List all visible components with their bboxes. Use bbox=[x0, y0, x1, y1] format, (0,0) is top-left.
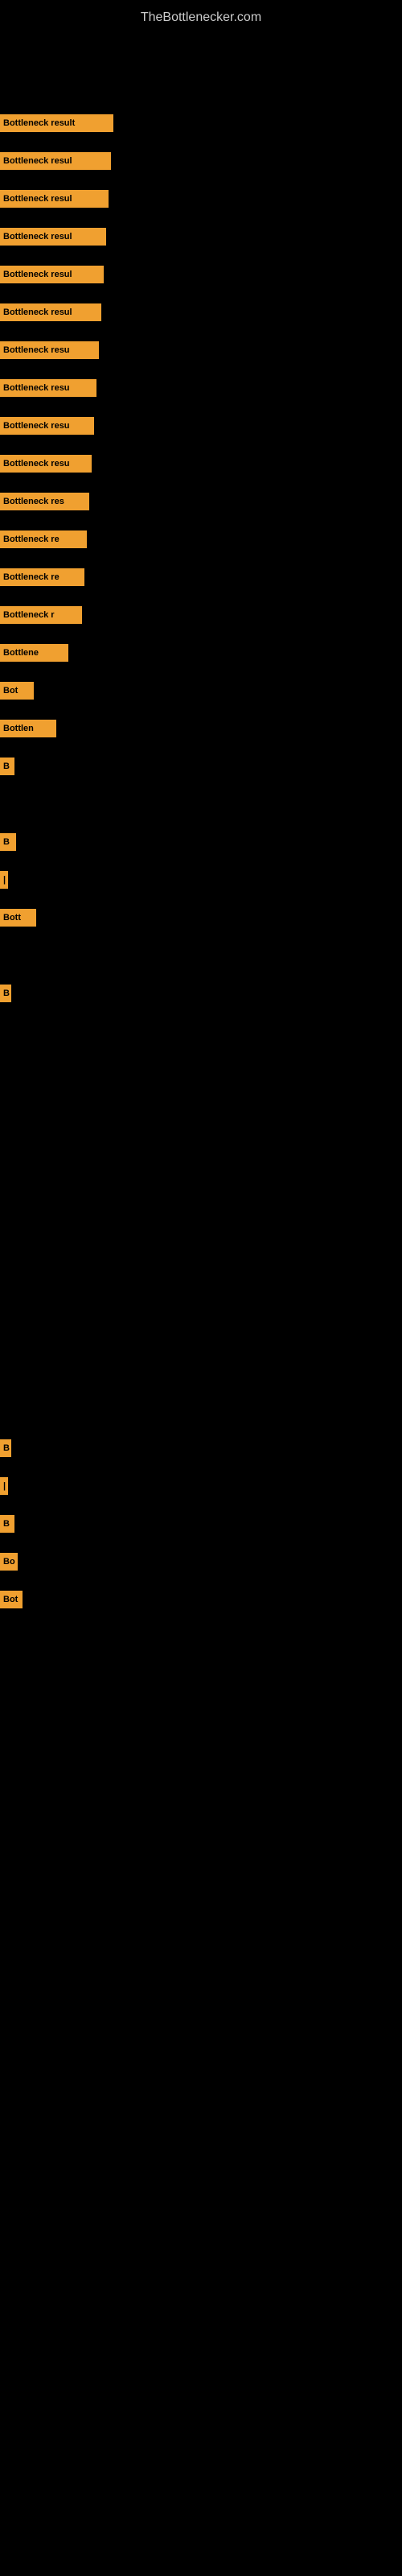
bar-row-14: Bottlene bbox=[0, 644, 68, 662]
bar-label-5: Bottleneck resul bbox=[3, 308, 72, 317]
bar-25: Bo bbox=[0, 1553, 18, 1571]
bar-label-14: Bottlene bbox=[3, 648, 39, 658]
bar-row-1: Bottleneck resul bbox=[0, 152, 111, 170]
bar-26: Bot bbox=[0, 1591, 23, 1608]
bar-4: Bottleneck resul bbox=[0, 266, 104, 283]
bar-21: B bbox=[0, 985, 11, 1002]
bar-label-15: Bot bbox=[3, 686, 18, 696]
bar-row-11: Bottleneck re bbox=[0, 530, 87, 548]
bar-14: Bottlene bbox=[0, 644, 68, 662]
bar-3: Bottleneck resul bbox=[0, 228, 106, 246]
bar-13: Bottleneck r bbox=[0, 606, 82, 624]
bar-label-0: Bottleneck result bbox=[3, 118, 75, 128]
bar-row-19: | bbox=[0, 871, 8, 889]
bar-24: B bbox=[0, 1515, 14, 1533]
bar-19: | bbox=[0, 871, 8, 889]
bar-1: Bottleneck resul bbox=[0, 152, 111, 170]
bar-17: B bbox=[0, 758, 14, 775]
bar-row-20: Bott bbox=[0, 909, 36, 927]
bar-12: Bottleneck re bbox=[0, 568, 84, 586]
bar-label-10: Bottleneck res bbox=[3, 497, 64, 506]
bar-label-25: Bo bbox=[3, 1557, 15, 1567]
bar-8: Bottleneck resu bbox=[0, 417, 94, 435]
bar-row-7: Bottleneck resu bbox=[0, 379, 96, 397]
bar-row-9: Bottleneck resu bbox=[0, 455, 92, 473]
bar-row-12: Bottleneck re bbox=[0, 568, 84, 586]
bar-6: Bottleneck resu bbox=[0, 341, 99, 359]
bar-label-20: Bott bbox=[3, 913, 21, 923]
bar-label-23: | bbox=[3, 1481, 6, 1491]
bar-label-7: Bottleneck resu bbox=[3, 383, 70, 393]
bar-label-22: B bbox=[3, 1443, 10, 1453]
bar-row-24: B bbox=[0, 1515, 14, 1533]
bar-label-1: Bottleneck resul bbox=[3, 156, 72, 166]
bar-row-21: B bbox=[0, 985, 11, 1002]
bar-row-5: Bottleneck resul bbox=[0, 303, 101, 321]
bar-row-3: Bottleneck resul bbox=[0, 228, 106, 246]
bar-5: Bottleneck resul bbox=[0, 303, 101, 321]
bar-20: Bott bbox=[0, 909, 36, 927]
bar-label-16: Bottlen bbox=[3, 724, 34, 733]
bar-label-2: Bottleneck resul bbox=[3, 194, 72, 204]
bar-7: Bottleneck resu bbox=[0, 379, 96, 397]
bar-22: B bbox=[0, 1439, 11, 1457]
bar-row-10: Bottleneck res bbox=[0, 493, 89, 510]
bar-row-0: Bottleneck result bbox=[0, 114, 113, 132]
bar-label-21: B bbox=[3, 989, 10, 998]
bar-label-12: Bottleneck re bbox=[3, 572, 59, 582]
bar-2: Bottleneck resul bbox=[0, 190, 109, 208]
bar-0: Bottleneck result bbox=[0, 114, 113, 132]
bar-label-18: B bbox=[3, 837, 10, 847]
bar-row-22: B bbox=[0, 1439, 11, 1457]
bar-label-9: Bottleneck resu bbox=[3, 459, 70, 469]
bar-row-18: B bbox=[0, 833, 16, 851]
bar-row-2: Bottleneck resul bbox=[0, 190, 109, 208]
bar-15: Bot bbox=[0, 682, 34, 700]
bar-11: Bottleneck re bbox=[0, 530, 87, 548]
bar-label-4: Bottleneck resul bbox=[3, 270, 72, 279]
bar-row-13: Bottleneck r bbox=[0, 606, 82, 624]
bar-9: Bottleneck resu bbox=[0, 455, 92, 473]
bar-row-6: Bottleneck resu bbox=[0, 341, 99, 359]
bar-row-26: Bot bbox=[0, 1591, 23, 1608]
bar-label-11: Bottleneck re bbox=[3, 535, 59, 544]
bar-16: Bottlen bbox=[0, 720, 56, 737]
bar-row-8: Bottleneck resu bbox=[0, 417, 94, 435]
bar-18: B bbox=[0, 833, 16, 851]
bar-23: | bbox=[0, 1477, 8, 1495]
bar-label-3: Bottleneck resul bbox=[3, 232, 72, 242]
bar-label-8: Bottleneck resu bbox=[3, 421, 70, 431]
bar-row-23: | bbox=[0, 1477, 8, 1495]
bar-row-25: Bo bbox=[0, 1553, 18, 1571]
bar-label-17: B bbox=[3, 762, 10, 771]
bar-row-15: Bot bbox=[0, 682, 34, 700]
bar-label-24: B bbox=[3, 1519, 10, 1529]
bar-row-17: B bbox=[0, 758, 14, 775]
bar-label-19: | bbox=[3, 875, 6, 885]
bar-row-4: Bottleneck resul bbox=[0, 266, 104, 283]
bar-label-6: Bottleneck resu bbox=[3, 345, 70, 355]
site-title: TheBottlenecker.com bbox=[0, 4, 402, 31]
bar-label-26: Bot bbox=[3, 1595, 18, 1604]
bar-label-13: Bottleneck r bbox=[3, 610, 55, 620]
bar-row-16: Bottlen bbox=[0, 720, 56, 737]
bar-10: Bottleneck res bbox=[0, 493, 89, 510]
